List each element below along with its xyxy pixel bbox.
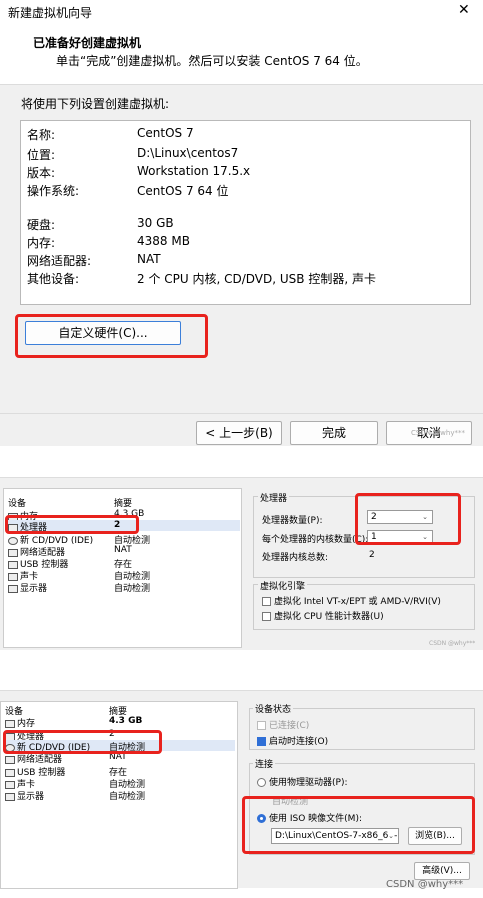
network-icon — [8, 548, 18, 557]
highlight-box — [3, 730, 162, 754]
setting-label: 位置: — [27, 148, 56, 162]
checkbox[interactable] — [257, 721, 266, 730]
usb-icon — [8, 560, 18, 569]
back-button[interactable]: < 上一步(B) — [196, 421, 282, 445]
wizard-title: 新建虚拟机向导 — [8, 6, 93, 20]
virt-option[interactable]: 虚拟化 CPU 性能计数器(U) — [262, 609, 384, 622]
speaker-icon — [5, 780, 15, 789]
setting-value: 4388 MB — [137, 234, 190, 248]
finish-button[interactable]: 完成 — [290, 421, 378, 445]
device-name: 显示器 — [17, 792, 45, 802]
device-row-usb[interactable]: USB 控制器 存在 — [8, 557, 132, 570]
total-cores-value: 2 — [369, 550, 375, 560]
speaker-icon — [8, 572, 18, 581]
highlight-box — [5, 515, 139, 534]
setting-value: NAT — [137, 252, 161, 266]
checkbox[interactable] — [257, 737, 266, 746]
setting-label: 硬盘: — [27, 218, 56, 232]
monitor-icon — [5, 792, 15, 801]
total-cores-label: 处理器内核总数: — [262, 553, 329, 563]
processor-count-label: 处理器数量(P): — [262, 516, 323, 526]
setting-label: 其他设备: — [27, 272, 80, 286]
checkbox-label: 虚拟化 CPU 性能计数器(U) — [274, 612, 384, 622]
checkbox-label: 已连接(C) — [269, 721, 310, 731]
setting-value: CentOS 7 64 位 — [137, 184, 229, 198]
setting-value: CentOS 7 — [137, 126, 194, 140]
cdrom-icon — [8, 536, 18, 545]
processor-group-title: 处理器 — [258, 491, 290, 504]
connection-title: 连接 — [253, 757, 276, 770]
close-icon[interactable]: ✕ — [458, 2, 470, 18]
setting-value: D:\Linux\centos7 — [137, 146, 239, 160]
monitor-icon — [8, 584, 18, 593]
virt-option[interactable]: 虚拟化 Intel VT-x/EPT 或 AMD-V/RVI(V) — [262, 594, 441, 607]
cores-label: 每个处理器的内核数量(C): — [262, 535, 369, 545]
memory-icon — [5, 719, 15, 728]
watermark: CSDN @why*** — [429, 640, 476, 647]
watermark: CSDN @why*** — [411, 429, 465, 437]
device-status-title: 设备状态 — [253, 702, 294, 715]
device-summary: 自动检测 — [109, 792, 146, 802]
advanced-button[interactable]: 高级(V)... — [414, 862, 470, 880]
setting-label: 内存: — [27, 236, 56, 250]
page-subheading: 单击“完成”创建虚拟机。然后可以安装 CentOS 7 64 位。 — [56, 54, 368, 68]
radio-label: 使用物理驱动器(P): — [269, 778, 348, 788]
connect-on-start-option[interactable]: 启动时连接(O) — [257, 734, 328, 747]
network-icon — [5, 755, 15, 764]
device-row-sound[interactable]: 声卡 自动检测 — [5, 777, 145, 790]
watermark: CSDN @why*** — [386, 879, 464, 890]
wizard-dialog: 新建虚拟机向导 ✕ 已准备好创建虚拟机 单击“完成”创建虚拟机。然后可以安装 C… — [0, 0, 483, 446]
col-device-header: 设备 — [8, 499, 27, 509]
highlight-box — [355, 493, 461, 545]
physical-drive-option[interactable]: 使用物理驱动器(P): — [257, 775, 347, 788]
radio-button[interactable] — [257, 778, 266, 787]
setting-label: 操作系统: — [27, 184, 80, 198]
usb-icon — [5, 768, 15, 777]
device-summary: NAT — [114, 545, 132, 555]
device-row-display[interactable]: 显示器 自动检测 — [5, 789, 145, 802]
device-row-sound[interactable]: 声卡 自动检测 — [8, 569, 150, 582]
device-name: 显示器 — [20, 584, 48, 594]
device-name: 网络适配器 — [17, 755, 63, 765]
highlight-box — [242, 796, 475, 854]
device-summary: 自动检测 — [114, 584, 151, 594]
highlight-box — [15, 314, 208, 358]
device-name: 内存 — [17, 719, 36, 729]
hardware-panel-cdrom: 设备 摘要 内存 4.3 GB 处理器 2 新 CD/DVD (IDE) 自动检… — [0, 690, 483, 890]
setting-value: 30 GB — [137, 216, 174, 230]
col-summary-header: 摘要 — [114, 499, 133, 509]
setting-label: 名称: — [27, 128, 56, 142]
checkbox-label: 虚拟化 Intel VT-x/EPT 或 AMD-V/RVI(V) — [274, 597, 441, 607]
hardware-panel-processor: 设备 摘要 内存 4.3 GB 处理器 2 新 CD/DVD (IDE) 自动检… — [0, 477, 483, 650]
device-row-usb[interactable]: USB 控制器 存在 — [5, 765, 127, 778]
setting-value: 2 个 CPU 内核, CD/DVD, USB 控制器, 声卡 — [137, 272, 376, 286]
virt-group-title: 虚拟化引擎 — [258, 579, 308, 592]
connected-option[interactable]: 已连接(C) — [257, 718, 309, 731]
device-summary: 4.3 GB — [109, 716, 143, 726]
checkbox[interactable] — [262, 612, 271, 621]
setting-value: Workstation 17.5.x — [137, 164, 251, 178]
checkbox[interactable] — [262, 597, 271, 606]
checkbox-label: 启动时连接(O) — [269, 737, 329, 747]
setting-label: 版本: — [27, 166, 56, 180]
intro-text: 将使用下列设置创建虚拟机: — [21, 97, 170, 111]
device-row-cdrom[interactable]: 新 CD/DVD (IDE) 自动检测 — [8, 533, 150, 546]
page-heading: 已准备好创建虚拟机 — [33, 36, 142, 50]
device-row-memory[interactable]: 内存 4.3 GB — [5, 716, 142, 729]
device-row-display[interactable]: 显示器 自动检测 — [8, 581, 150, 594]
device-row-network[interactable]: 网络适配器 NAT — [8, 545, 132, 558]
setting-label: 网络适配器: — [27, 254, 92, 268]
